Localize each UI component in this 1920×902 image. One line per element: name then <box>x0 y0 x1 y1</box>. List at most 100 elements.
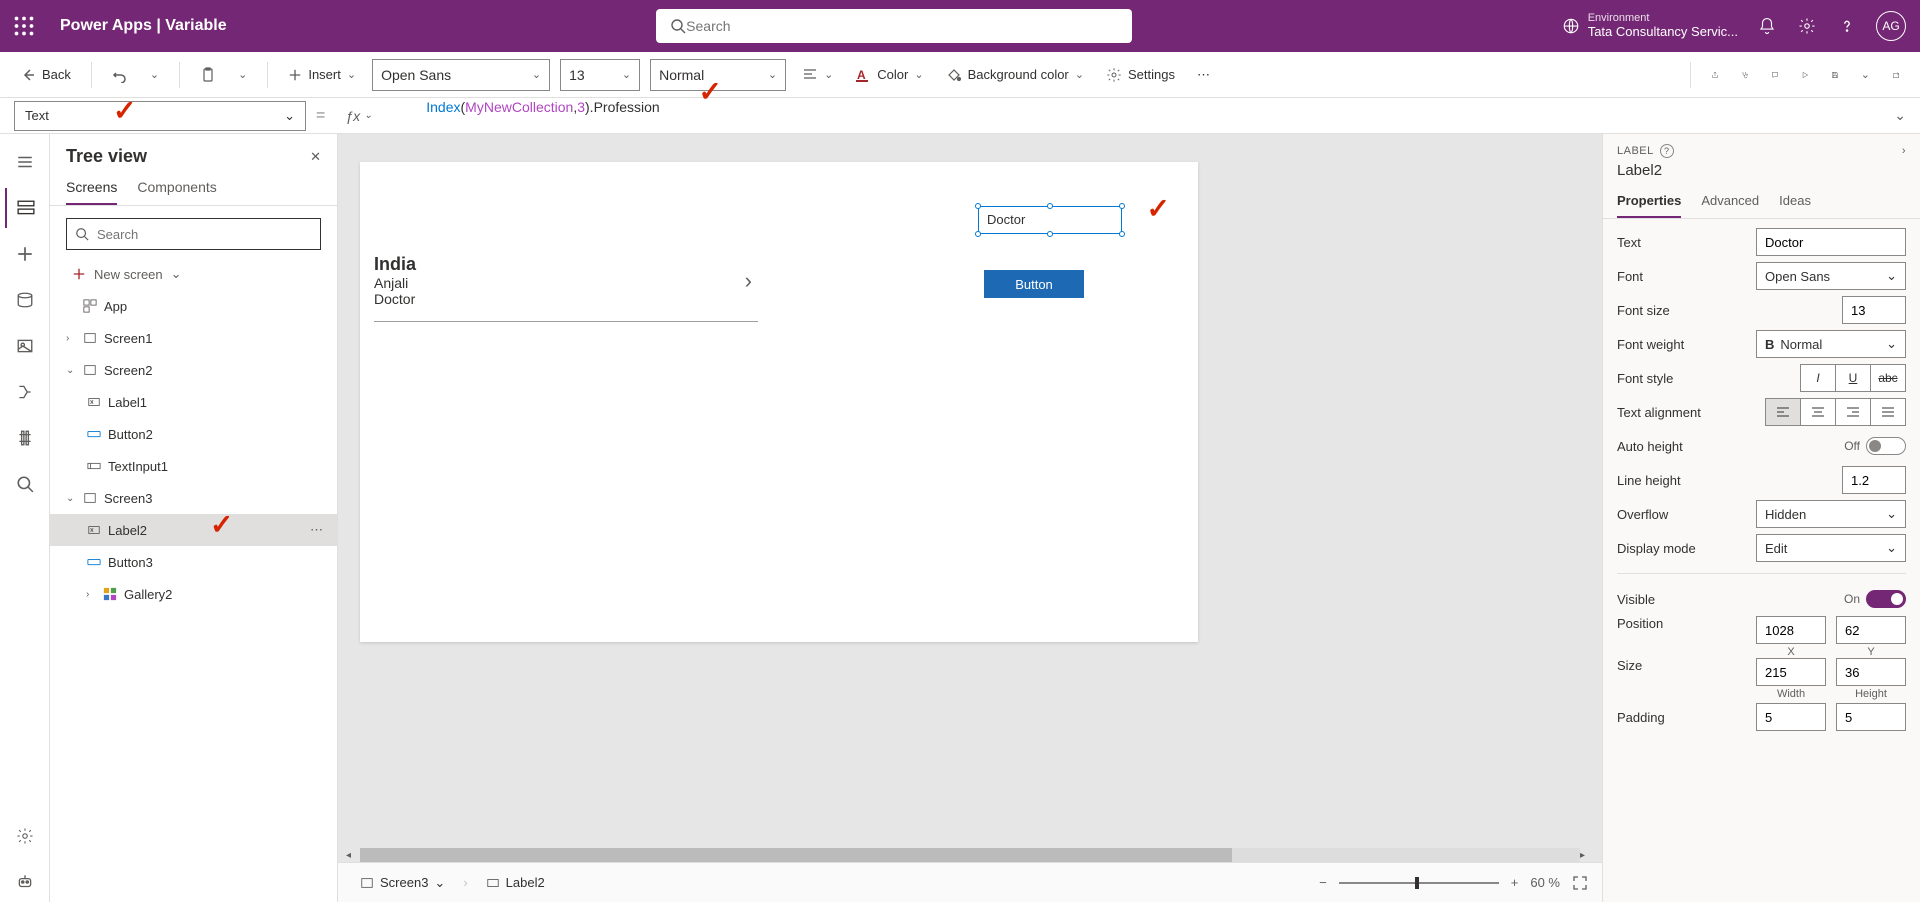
tree-node-gallery2[interactable]: ›Gallery2 <box>50 578 337 610</box>
help-icon[interactable] <box>1836 15 1858 37</box>
rail-flows[interactable] <box>5 372 45 412</box>
prop-padding-b-input[interactable] <box>1836 703 1906 731</box>
zoom-in-button[interactable]: + <box>1511 875 1519 890</box>
tree-node-screen2[interactable]: ⌄Screen2 <box>50 354 337 386</box>
undo-button[interactable] <box>106 63 134 87</box>
equals-icon: = <box>316 107 325 125</box>
align-icon <box>802 67 818 83</box>
align-right-button[interactable] <box>1835 398 1871 426</box>
tree-node-textinput1[interactable]: TextInput1 <box>50 450 337 482</box>
prop-visible-toggle[interactable] <box>1866 590 1906 608</box>
node-more-button[interactable]: ⋯ <box>310 522 323 538</box>
scroll-right-icon[interactable]: ▸ <box>1580 850 1594 861</box>
back-button[interactable]: Back <box>14 63 77 87</box>
tree-search-input[interactable] <box>97 227 312 242</box>
global-search[interactable] <box>656 9 1132 43</box>
canvas-h-scrollbar[interactable]: ◂ ▸ <box>346 848 1594 862</box>
prop-overflow-select[interactable]: Hidden⌄ <box>1756 500 1906 528</box>
back-label: Back <box>42 67 71 82</box>
tree-node-label1[interactable]: Label1 <box>50 386 337 418</box>
prop-displaymode-select[interactable]: Edit⌄ <box>1756 534 1906 562</box>
waffle-icon[interactable] <box>14 16 34 36</box>
tree-node-screen1[interactable]: ›Screen1 <box>50 322 337 354</box>
selected-label2[interactable]: Doctor <box>978 206 1122 234</box>
prop-width-input[interactable] <box>1756 658 1826 686</box>
chevron-right-icon[interactable]: › <box>1902 145 1906 157</box>
align-center-button[interactable] <box>1800 398 1836 426</box>
prop-padding-a-input[interactable] <box>1756 703 1826 731</box>
expand-formula-button[interactable]: ⌄ <box>1894 107 1906 124</box>
svg-text:A: A <box>857 68 866 82</box>
gallery-subtitle-1: Anjali <box>374 275 416 291</box>
rail-settings[interactable] <box>5 816 45 856</box>
search-input[interactable] <box>686 18 1118 34</box>
gallery-item[interactable]: India Anjali Doctor › <box>374 254 758 322</box>
rail-variables[interactable] <box>5 418 45 458</box>
tab-advanced[interactable]: Advanced <box>1701 187 1759 218</box>
fx-button[interactable]: ƒx⌄ <box>345 108 372 124</box>
rail-data[interactable] <box>5 280 45 320</box>
tree-node-screen3[interactable]: ⌄Screen3 <box>50 482 337 514</box>
app-canvas[interactable]: India Anjali Doctor › Doctor ✓ Button <box>360 162 1198 642</box>
settings-gear-icon[interactable] <box>1796 15 1818 37</box>
rail-ask-virtual-agent[interactable] <box>5 862 45 902</box>
align-justify-button[interactable] <box>1870 398 1906 426</box>
close-tree-button[interactable]: ✕ <box>310 149 321 165</box>
app-header: Power Apps | Variable Environment Tata C… <box>0 0 1920 52</box>
app-icon <box>82 298 98 314</box>
annotation-check-4: ✓ <box>1147 192 1170 225</box>
tab-components[interactable]: Components <box>137 179 216 205</box>
new-screen-button[interactable]: New screen ⌄ <box>50 262 337 290</box>
undo-dropdown[interactable]: ⌄ <box>144 64 165 85</box>
insert-button[interactable]: Insert ⌄ <box>282 63 362 86</box>
tree-node-button2[interactable]: Button2 <box>50 418 337 450</box>
tab-ideas[interactable]: Ideas <box>1779 187 1811 218</box>
tree-node-label2[interactable]: Label2⋯✓ <box>50 514 337 546</box>
scroll-left-icon[interactable]: ◂ <box>346 850 360 861</box>
italic-button[interactable]: I <box>1800 364 1836 392</box>
prop-fontsize-input[interactable] <box>1842 296 1906 324</box>
rail-media[interactable] <box>5 326 45 366</box>
chevron-right-icon[interactable]: › <box>745 268 752 294</box>
prop-text-input[interactable] <box>1756 228 1906 256</box>
rail-hamburger[interactable] <box>5 142 45 182</box>
save-dropdown[interactable]: ⌄ <box>1855 64 1876 85</box>
rail-insert[interactable] <box>5 234 45 274</box>
prop-weight-select[interactable]: BNormal⌄ <box>1756 330 1906 358</box>
user-avatar[interactable]: AG <box>1876 11 1906 41</box>
tab-screens[interactable]: Screens <box>66 179 117 205</box>
breadcrumb-screen[interactable]: Screen3⌄ <box>352 873 453 893</box>
breadcrumb-label[interactable]: Label2 <box>478 873 553 892</box>
rail-tree-view[interactable] <box>5 188 45 228</box>
canvas-button3[interactable]: Button <box>984 270 1084 298</box>
zoom-slider[interactable] <box>1339 882 1499 884</box>
notifications-icon[interactable] <box>1756 15 1778 37</box>
align-left-button[interactable] <box>1765 398 1801 426</box>
prop-autoheight-toggle[interactable] <box>1866 437 1906 455</box>
button-icon <box>86 426 102 442</box>
screen-icon <box>82 362 98 378</box>
prop-pos-x-input[interactable] <box>1756 616 1826 644</box>
tree-search[interactable] <box>66 218 321 250</box>
prop-font-select[interactable]: Open Sans⌄ <box>1756 262 1906 290</box>
prop-lineheight-input[interactable] <box>1842 466 1906 494</box>
underline-button[interactable]: U <box>1835 364 1871 392</box>
env-name: Tata Consultancy Servic... <box>1588 25 1738 40</box>
paste-dropdown[interactable]: ⌄ <box>232 64 253 85</box>
prop-pos-y-input[interactable] <box>1836 616 1906 644</box>
clipboard-icon <box>200 67 216 83</box>
fit-to-screen-button[interactable] <box>1572 875 1588 891</box>
chevron-down-icon: ⌄ <box>171 266 182 282</box>
paste-button[interactable] <box>194 63 222 87</box>
zoom-out-button[interactable]: − <box>1319 875 1327 890</box>
tree-node-app[interactable]: App <box>50 290 337 322</box>
prop-height-input[interactable] <box>1836 658 1906 686</box>
strike-button[interactable]: abc <box>1870 364 1906 392</box>
tree-node-button3[interactable]: Button3 <box>50 546 337 578</box>
rail-search[interactable] <box>5 464 45 504</box>
publish-button[interactable] <box>1886 62 1906 88</box>
property-selector[interactable]: Text ⌄ ✓ <box>14 101 306 131</box>
control-name: Label2 <box>1603 162 1920 187</box>
environment-picker[interactable]: Environment Tata Consultancy Servic... <box>1562 12 1738 40</box>
tab-properties[interactable]: Properties <box>1617 187 1681 218</box>
